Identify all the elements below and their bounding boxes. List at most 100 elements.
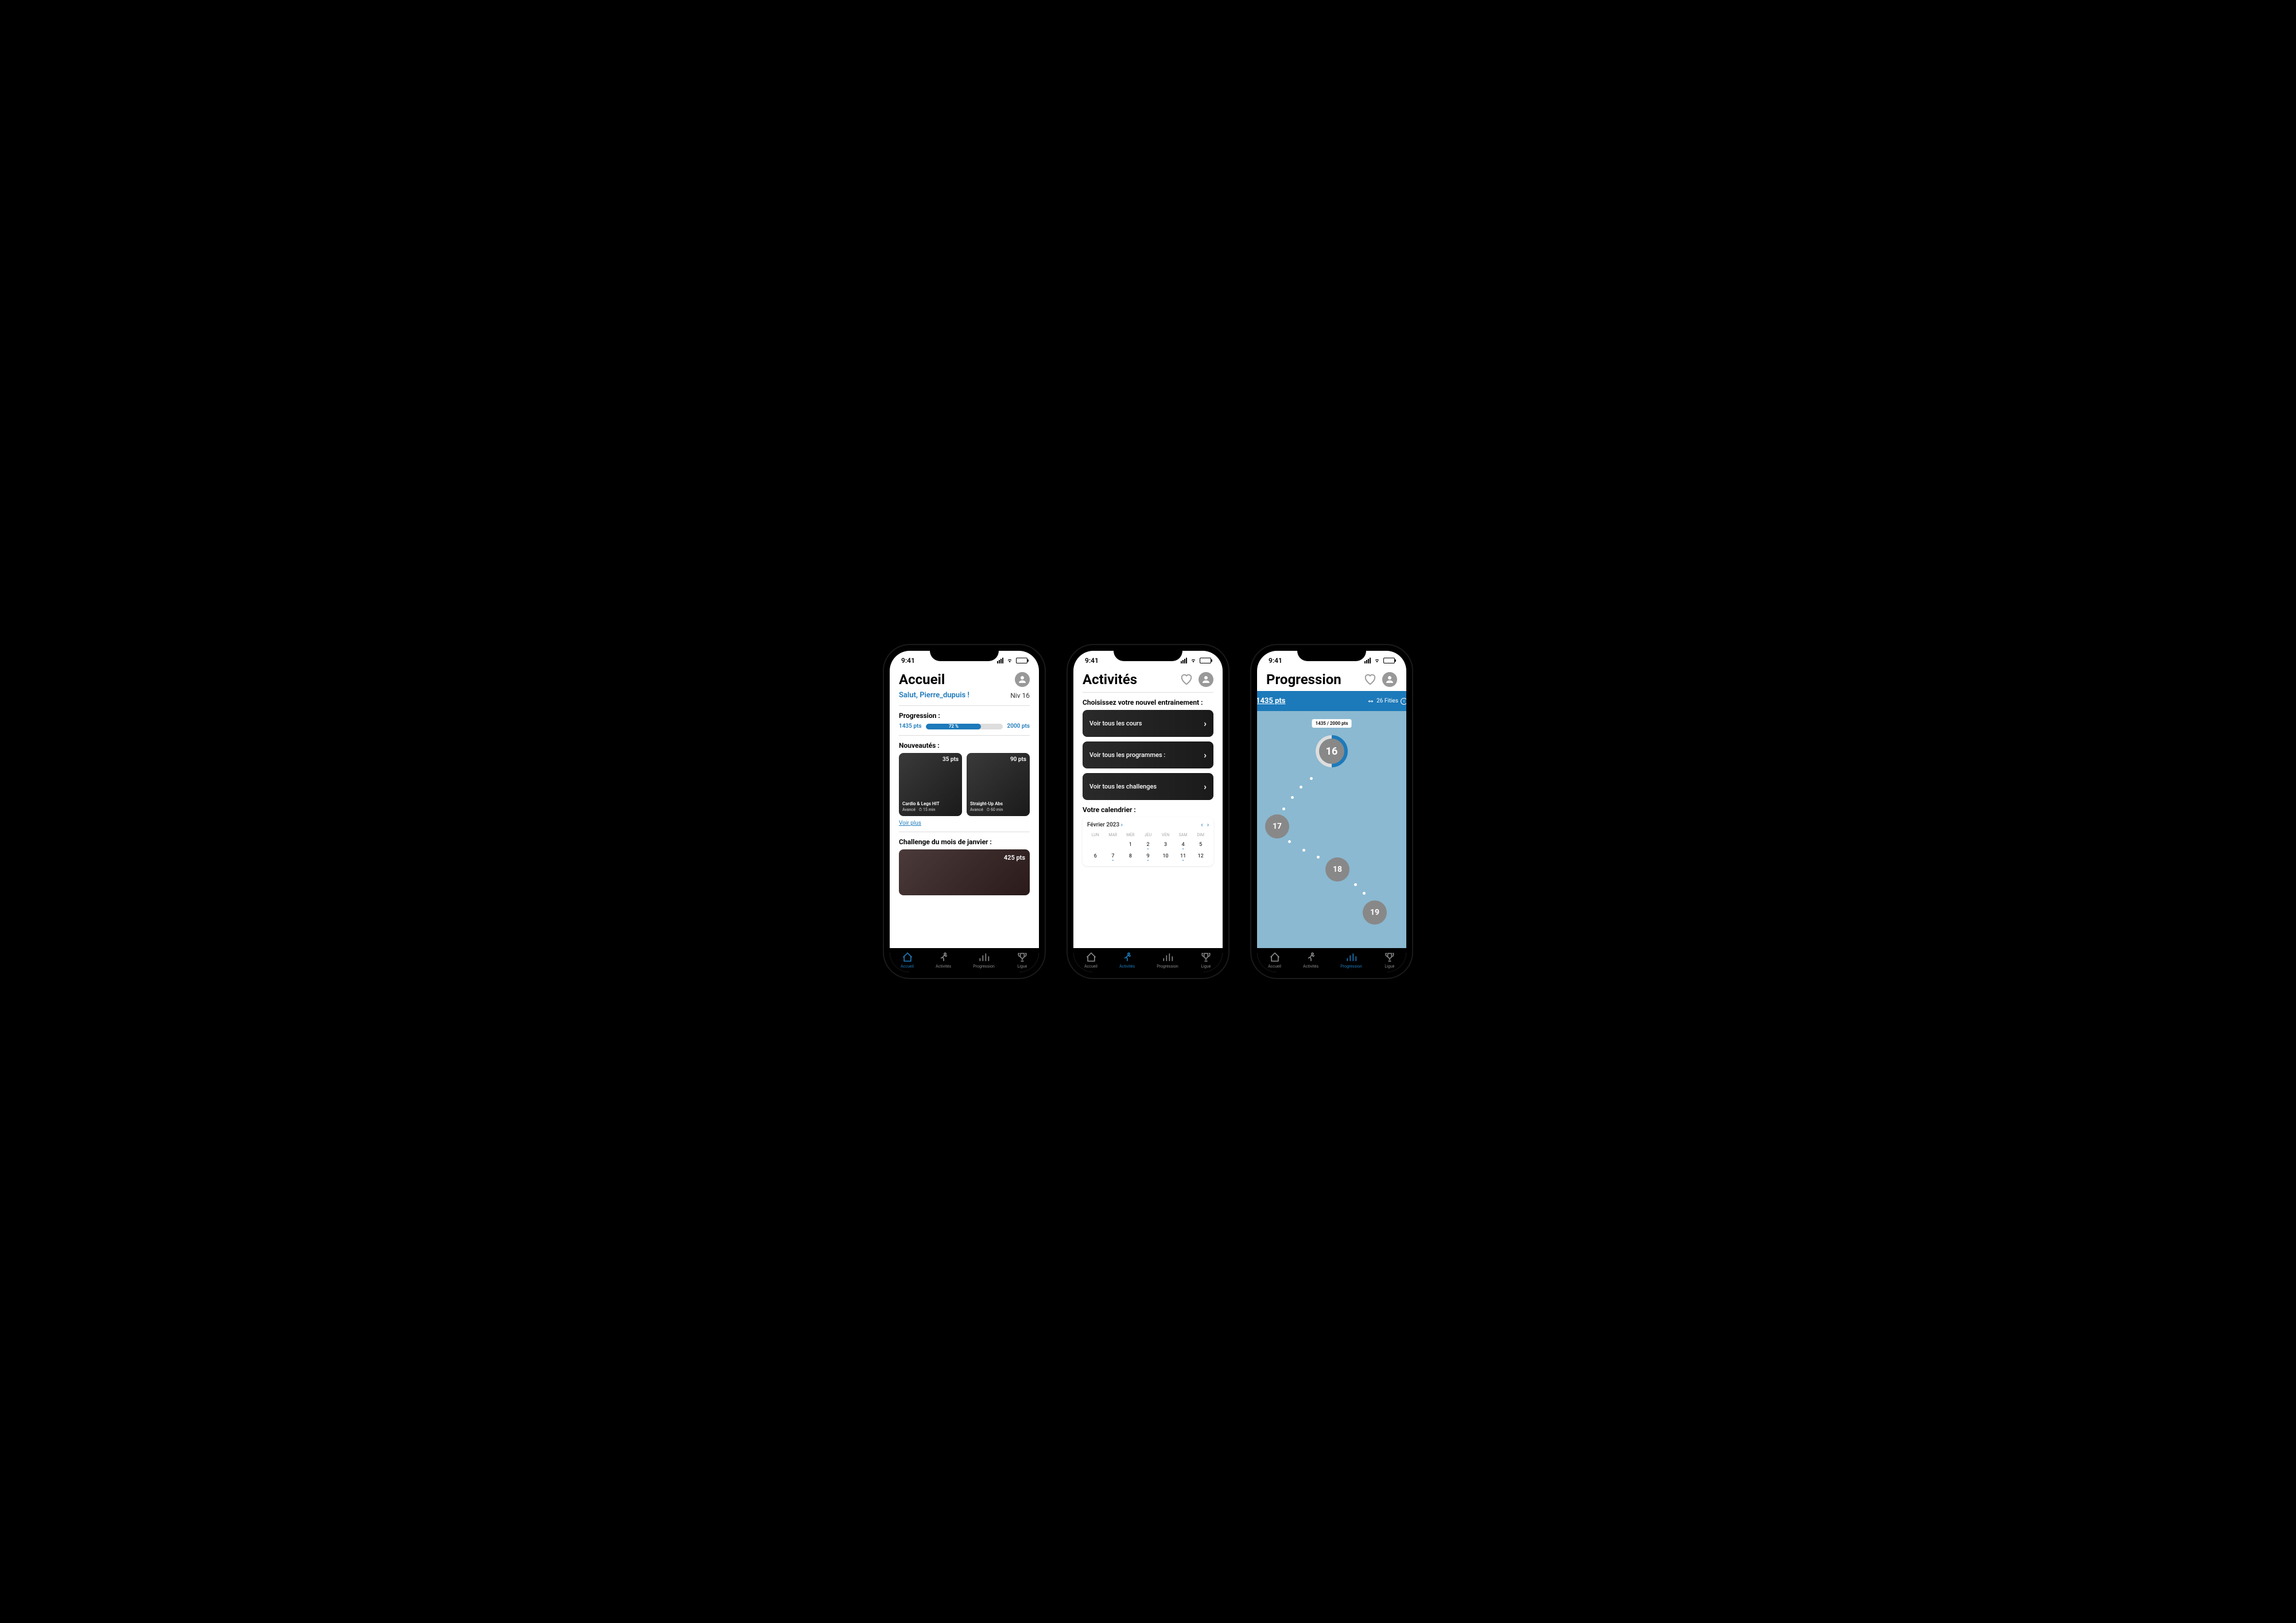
level-node[interactable]: 18 (1325, 857, 1349, 882)
battery-icon (1383, 658, 1395, 663)
chart-icon (1162, 952, 1173, 963)
nav-accueil[interactable]: Accueil (1084, 952, 1097, 969)
progress-bar: 72 % (926, 724, 1002, 729)
cal-date[interactable]: 9 (1140, 851, 1157, 861)
cal-prev[interactable]: ‹ (1201, 822, 1203, 828)
nav-ligue[interactable]: Ligue (1017, 952, 1028, 969)
status-time: 9:41 (1085, 657, 1099, 665)
avatar-icon[interactable] (1199, 672, 1213, 687)
wifi-icon (1189, 658, 1197, 663)
bottom-nav: Accueil Activités Progression Ligue (1257, 948, 1406, 972)
wifi-icon (1373, 658, 1381, 663)
cal-date[interactable] (1087, 840, 1104, 850)
cal-date[interactable]: 6 (1087, 851, 1104, 861)
progression-banner: 1435 pts 26 Fitiesi (1257, 691, 1406, 711)
nav-accueil[interactable]: Accueil (901, 952, 914, 969)
pts-current: 1435 pts (899, 723, 921, 729)
page-title: Progression (1266, 671, 1341, 688)
home-icon (902, 952, 913, 963)
progression-map[interactable]: 1435 / 2000 pts 16 17 18 19 (1257, 711, 1406, 948)
nav-activites[interactable]: Activités (936, 952, 951, 969)
level-node[interactable]: 17 (1265, 814, 1289, 838)
btn-programmes[interactable]: Voir tous les programmes :› (1083, 741, 1213, 768)
nav-ligue[interactable]: Ligue (1384, 952, 1395, 969)
notch (1297, 645, 1366, 661)
signal-icon (997, 658, 1003, 663)
greeting-text: Salut, Pierre_dupuis ! (899, 691, 969, 700)
bottom-nav: Accueil Activités Progression Ligue (890, 948, 1039, 972)
level-node[interactable]: 19 (1363, 900, 1387, 925)
nav-progression[interactable]: Progression (1157, 952, 1178, 969)
progression-label: Progression : (899, 712, 1030, 720)
nav-progression[interactable]: Progression (973, 952, 994, 969)
heart-icon[interactable] (1180, 673, 1193, 686)
cal-date[interactable]: 2 (1140, 840, 1157, 850)
chart-icon (1345, 952, 1357, 963)
runner-icon (1305, 952, 1317, 963)
nav-progression[interactable]: Progression (1340, 952, 1362, 969)
level-tooltip: 1435 / 2000 pts (1312, 719, 1352, 728)
chevron-right-icon[interactable]: › (1121, 822, 1123, 828)
btn-challenges[interactable]: Voir tous les challenges› (1083, 773, 1213, 800)
level-text: Niv 16 (1010, 692, 1030, 700)
calendar-label: Votre calendrier : (1083, 806, 1213, 814)
btn-cours[interactable]: Voir tous les cours› (1083, 710, 1213, 737)
bottom-nav: Accueil Activités Progression Ligue (1073, 948, 1223, 972)
cal-date[interactable]: 3 (1157, 840, 1174, 850)
nav-accueil[interactable]: Accueil (1268, 952, 1281, 969)
workout-card[interactable]: 35 pts Cardio & Legs HIT Avancé⏱ 15 min (899, 753, 962, 816)
cal-next[interactable]: › (1207, 822, 1209, 828)
heart-icon[interactable] (1364, 673, 1376, 686)
cal-date[interactable]: 4 (1175, 840, 1192, 850)
cal-date[interactable]: 8 (1122, 851, 1139, 861)
battery-icon (1200, 658, 1211, 663)
status-time: 9:41 (901, 657, 915, 665)
home-icon (1269, 952, 1281, 963)
info-icon[interactable]: i (1401, 698, 1406, 705)
wifi-icon (1006, 658, 1014, 663)
challenge-label: Challenge du mois de janvier : (899, 838, 1030, 846)
workout-card[interactable]: 90 pts Straight-Up Abs Avancé⏱ 60 min (967, 753, 1030, 816)
page-title: Activités (1083, 671, 1137, 688)
level-current[interactable]: 16 (1316, 735, 1348, 767)
notch (1114, 645, 1182, 661)
cal-date[interactable]: 1 (1122, 840, 1139, 850)
nav-activites[interactable]: Activités (1303, 952, 1318, 969)
phone-accueil: 9:41 Accueil Salut, Pierre_dupuis ! Niv … (884, 645, 1045, 978)
banner-pts[interactable]: 1435 pts (1257, 697, 1285, 705)
cal-date[interactable]: 7 (1105, 851, 1122, 861)
nav-activites[interactable]: Activités (1119, 952, 1135, 969)
chevron-right-icon: › (1204, 750, 1207, 760)
divider (1083, 692, 1213, 693)
progress-fill: 72 % (926, 724, 981, 729)
divider (899, 735, 1030, 736)
trophy-icon (1384, 952, 1395, 963)
cal-date[interactable] (1105, 840, 1122, 850)
chevron-right-icon: › (1204, 718, 1207, 729)
avatar-icon[interactable] (1015, 672, 1030, 687)
challenge-card[interactable]: 425 pts (899, 849, 1030, 895)
runner-icon (938, 952, 949, 963)
choose-label: Choisissez votre nouvel entrainement : (1083, 698, 1213, 706)
calendar: Février 2023 › ‹ › LUNMARMERJEUVENSAMDIM… (1083, 817, 1213, 866)
signal-icon (1181, 658, 1187, 663)
nouveautes-label: Nouveautés : (899, 741, 1030, 750)
notch (930, 645, 999, 661)
cal-date[interactable]: 11 (1175, 851, 1192, 861)
cal-date[interactable]: 12 (1192, 851, 1209, 861)
phone-activites: 9:41 Activités Choisissez votre nouvel e… (1068, 645, 1228, 978)
cal-date[interactable]: 10 (1157, 851, 1174, 861)
home-icon (1085, 952, 1097, 963)
cal-date[interactable]: 5 (1192, 840, 1209, 850)
nav-ligue[interactable]: Ligue (1200, 952, 1212, 969)
signal-icon (1364, 658, 1371, 663)
dumbbell-icon (1367, 698, 1374, 705)
runner-icon (1122, 952, 1133, 963)
divider (899, 705, 1030, 706)
trophy-icon (1017, 952, 1028, 963)
voir-plus-link[interactable]: Voir plus (899, 820, 921, 826)
pts-max: 2000 pts (1007, 723, 1030, 729)
chart-icon (978, 952, 990, 963)
banner-fities: 26 Fitiesi (1367, 698, 1406, 705)
avatar-icon[interactable] (1382, 672, 1397, 687)
